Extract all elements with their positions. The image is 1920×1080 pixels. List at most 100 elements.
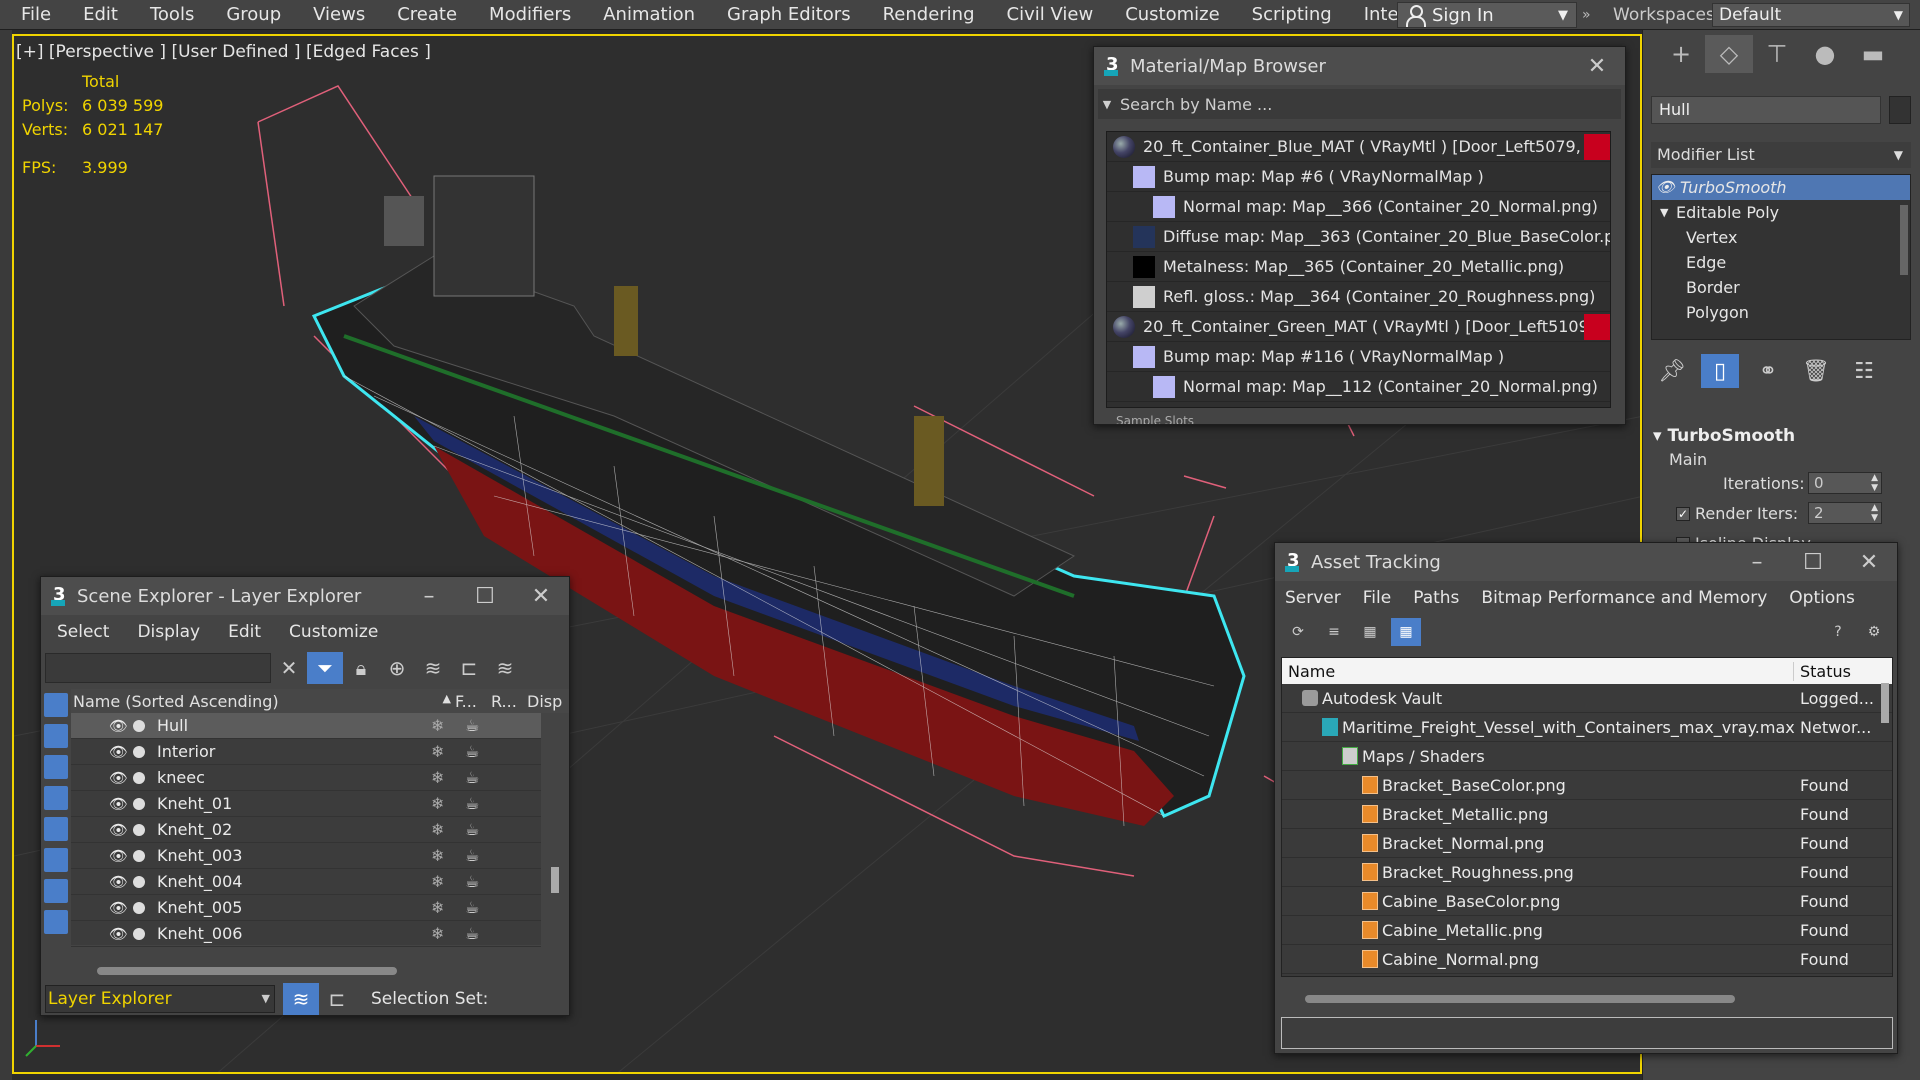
helpers-filter-icon[interactable] bbox=[44, 817, 68, 841]
visibility-eye-icon[interactable]: 👁︎ bbox=[109, 717, 128, 735]
maximize-icon[interactable]: ☐ bbox=[1785, 550, 1841, 575]
renderable-teapot-icon[interactable]: ☕︎ bbox=[465, 768, 479, 787]
layers-icon[interactable]: ≋ bbox=[415, 652, 451, 684]
material-tree-item[interactable]: Normal map: Map__366 (Container_20_Norma… bbox=[1107, 192, 1610, 222]
menu-civil-view[interactable]: Civil View bbox=[987, 0, 1106, 30]
renderable-teapot-icon[interactable]: ☕︎ bbox=[465, 742, 479, 761]
visibility-eye-icon[interactable]: 👁︎ bbox=[109, 925, 128, 943]
freeze-snowflake-icon[interactable]: ❄︎ bbox=[431, 716, 444, 735]
frozen-column-header[interactable]: F... bbox=[455, 692, 491, 711]
add-layer-icon[interactable]: ⊕ bbox=[379, 652, 415, 684]
workspace-select[interactable]: Default ▼ bbox=[1712, 3, 1910, 27]
renderable-teapot-icon[interactable]: ☕︎ bbox=[465, 820, 479, 839]
spinner-arrows-icon[interactable]: ▲ ▼ bbox=[1871, 473, 1878, 493]
display-column-header[interactable]: Disp bbox=[527, 692, 562, 711]
renderable-teapot-icon[interactable]: ☕︎ bbox=[465, 872, 479, 891]
menu-modifiers[interactable]: Modifiers bbox=[469, 0, 583, 30]
help-icon[interactable]: ? bbox=[1823, 618, 1853, 646]
sort-by-hierarchy-icon[interactable]: ⊏ bbox=[319, 983, 355, 1015]
spacewarps-filter-icon[interactable] bbox=[44, 848, 68, 872]
table-view-icon[interactable]: ▦ bbox=[1391, 618, 1421, 646]
visibility-eye-icon[interactable]: 👁︎ bbox=[109, 821, 128, 839]
scene-object-row[interactable]: 👁︎ Hull ❄︎ ☕︎ bbox=[71, 713, 541, 739]
layer-stack-icon[interactable]: ≋ bbox=[487, 652, 523, 684]
scene-list-hscrollbar[interactable] bbox=[97, 967, 397, 975]
chevron-down-icon[interactable]: ▼ bbox=[1098, 98, 1116, 111]
menu-create[interactable]: Create bbox=[377, 0, 469, 30]
stack-item-vertex[interactable]: Vertex bbox=[1652, 225, 1910, 250]
configure-modifier-sets-icon[interactable]: ☷ bbox=[1845, 354, 1883, 388]
scene-object-row[interactable]: 👁︎ Interior ❄︎ ☕︎ bbox=[71, 739, 541, 765]
at-menu-server[interactable]: Server bbox=[1285, 588, 1341, 608]
freeze-snowflake-icon[interactable]: ❄︎ bbox=[431, 846, 444, 865]
asset-row[interactable]: Maritime_Freight_Vessel_with_Containers_… bbox=[1282, 713, 1892, 742]
scene-list-scrollbar[interactable] bbox=[551, 867, 559, 893]
renderable-teapot-icon[interactable]: ☕︎ bbox=[465, 846, 479, 865]
menu-scripting[interactable]: Scripting bbox=[1232, 0, 1344, 30]
asset-row[interactable]: Bracket_Metallic.png Found bbox=[1282, 800, 1892, 829]
asset-row[interactable]: Cabine_Metallic.png Found bbox=[1282, 916, 1892, 945]
refresh-icon[interactable]: ⟳ bbox=[1283, 618, 1313, 646]
material-search-bar[interactable]: ▼ Search by Name ... bbox=[1098, 89, 1621, 119]
geometry-filter-icon[interactable] bbox=[44, 693, 68, 717]
scene-object-row[interactable]: 👁︎ Kneht_02 ❄︎ ☕︎ bbox=[71, 817, 541, 843]
sample-slots-label[interactable]: Sample Slots bbox=[1116, 414, 1194, 424]
stack-item-edge[interactable]: Edge bbox=[1652, 250, 1910, 275]
name-column-header[interactable]: Name (Sorted Ascending) ▲ bbox=[71, 692, 455, 711]
status-column-header[interactable]: Status bbox=[1794, 662, 1851, 681]
list-view-icon[interactable]: ≡ bbox=[1319, 618, 1349, 646]
thumbnail-view-icon[interactable]: ▦ bbox=[1355, 618, 1385, 646]
menu-group[interactable]: Group bbox=[206, 0, 293, 30]
asset-table-hscrollbar[interactable] bbox=[1305, 995, 1735, 1003]
modifier-list-dropdown[interactable]: Modifier List ▼ bbox=[1651, 142, 1911, 168]
material-tree-item[interactable]: Diffuse map: Map__363 (Container_20_Blue… bbox=[1107, 222, 1610, 252]
close-icon[interactable]: ✕ bbox=[513, 584, 569, 609]
groups-filter-icon[interactable] bbox=[44, 879, 68, 903]
create-tab-icon[interactable]: + bbox=[1657, 35, 1705, 73]
material-browser-titlebar[interactable]: Material/Map Browser ✕ bbox=[1094, 47, 1625, 85]
settings-icon[interactable]: ⚙ bbox=[1859, 618, 1889, 646]
name-column-header[interactable]: Name bbox=[1282, 661, 1794, 681]
turbosmooth-rollout-title[interactable]: ▾ TurboSmooth bbox=[1653, 426, 1795, 446]
material-tree-item[interactable]: 20_ft_Container_Green_MAT ( VRayMtl ) [D… bbox=[1107, 312, 1610, 342]
freeze-snowflake-icon[interactable]: ❄︎ bbox=[431, 768, 444, 787]
freeze-snowflake-icon[interactable]: ❄︎ bbox=[431, 924, 444, 943]
visibility-eye-icon[interactable]: 👁︎ bbox=[109, 899, 128, 917]
stack-item-editable-poly[interactable]: ▼ Editable Poly bbox=[1652, 200, 1910, 225]
scene-object-row[interactable]: 👁︎ Kneht_01 ❄︎ ☕︎ bbox=[71, 791, 541, 817]
close-icon[interactable]: ✕ bbox=[1569, 54, 1625, 79]
menu-animation[interactable]: Animation bbox=[583, 0, 707, 30]
menu-graph-editors[interactable]: Graph Editors bbox=[707, 0, 863, 30]
scene-search-input[interactable] bbox=[45, 653, 271, 683]
viewport-label[interactable]: [+] [Perspective ] [User Defined ] [Edge… bbox=[16, 42, 431, 62]
asset-row[interactable]: Bracket_Normal.png Found bbox=[1282, 829, 1892, 858]
maximize-icon[interactable]: ☐ bbox=[457, 584, 513, 609]
renderable-teapot-icon[interactable]: ☕︎ bbox=[465, 924, 479, 943]
visibility-eye-icon[interactable]: 👁︎ bbox=[109, 873, 128, 891]
asset-row[interactable]: Bracket_Roughness.png Found bbox=[1282, 858, 1892, 887]
freeze-snowflake-icon[interactable]: ❄︎ bbox=[431, 794, 444, 813]
object-color-swatch[interactable] bbox=[1889, 96, 1911, 124]
minimize-icon[interactable]: – bbox=[1729, 550, 1785, 575]
hierarchy-icon[interactable]: ⊏ bbox=[451, 652, 487, 684]
sort-by-layer-icon[interactable]: ≋ bbox=[283, 983, 319, 1015]
se-menu-customize[interactable]: Customize bbox=[289, 622, 378, 642]
material-tree-item[interactable]: Metalness: Map__365 (Container_20_Metall… bbox=[1107, 252, 1610, 282]
clear-search-icon[interactable]: ✕ bbox=[271, 652, 307, 684]
shapes-filter-icon[interactable] bbox=[44, 724, 68, 748]
renderable-teapot-icon[interactable]: ☕︎ bbox=[465, 794, 479, 813]
remove-modifier-icon[interactable]: 🗑︎ bbox=[1797, 354, 1835, 388]
material-tree-item[interactable]: Bump map: Map #116 ( VRayNormalMap ) bbox=[1107, 342, 1610, 372]
material-tree-item[interactable]: Normal map: Map__112 (Container_20_Norma… bbox=[1107, 372, 1610, 402]
display-tab-icon[interactable]: ▬ bbox=[1849, 35, 1897, 73]
asset-row[interactable]: Maps / Shaders bbox=[1282, 742, 1892, 771]
scene-object-row[interactable]: 👁︎ Kneht_003 ❄︎ ☕︎ bbox=[71, 843, 541, 869]
close-icon[interactable]: ✕ bbox=[1841, 550, 1897, 575]
iterations-spinner[interactable]: 0 ▲ ▼ bbox=[1808, 472, 1882, 494]
pin-stack-icon[interactable]: 📌︎ bbox=[1653, 354, 1691, 388]
asset-table-scrollbar[interactable] bbox=[1881, 683, 1889, 723]
menu-views[interactable]: Views bbox=[293, 0, 377, 30]
lights-filter-icon[interactable] bbox=[44, 755, 68, 779]
render-iters-checkbox[interactable]: ✓ bbox=[1676, 507, 1690, 521]
menu-customize[interactable]: Customize bbox=[1105, 0, 1231, 30]
